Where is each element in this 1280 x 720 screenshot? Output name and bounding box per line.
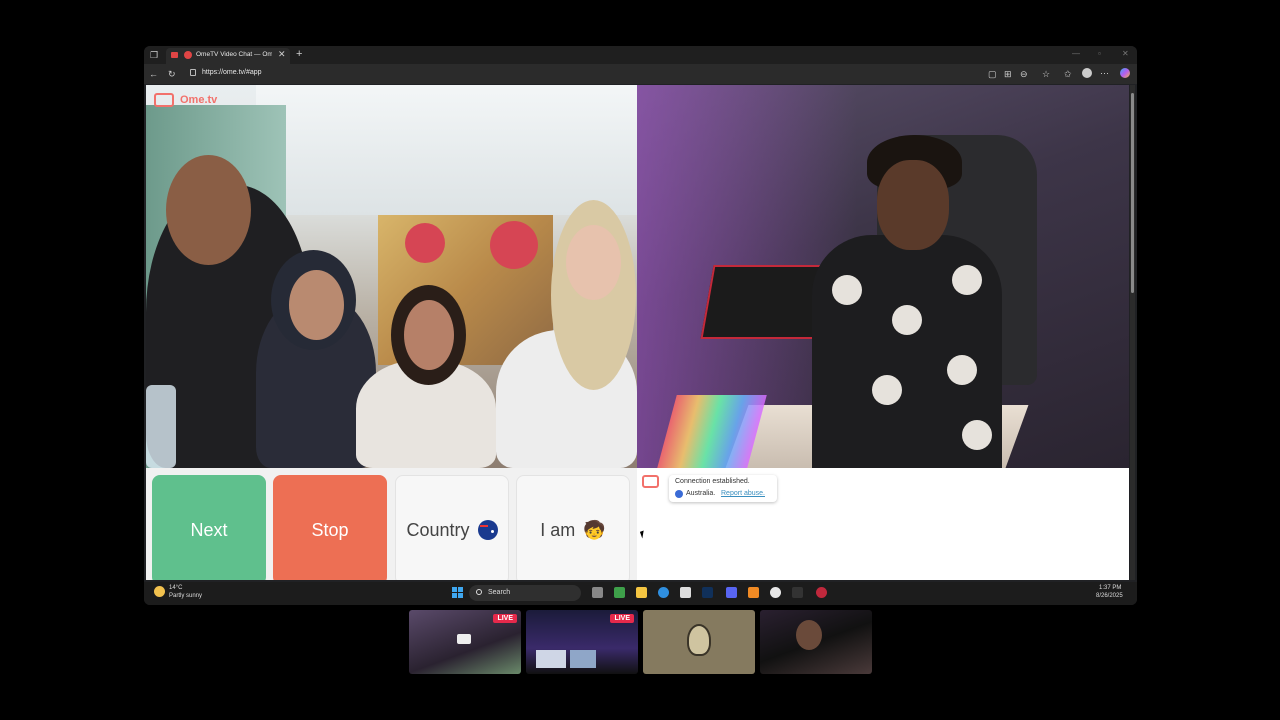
discord-icon[interactable]	[726, 587, 737, 598]
app-icon[interactable]	[748, 587, 759, 598]
chat-controls: Next Stop Country I am 🧒	[146, 468, 637, 580]
live-badge: LIVE	[610, 614, 634, 623]
globe-icon	[675, 490, 683, 498]
store-icon[interactable]	[680, 587, 691, 598]
connection-status: Connection established.	[675, 478, 750, 485]
dj-controller	[700, 265, 828, 339]
edge-icon[interactable]	[658, 587, 669, 598]
screen-share-icon	[457, 634, 471, 644]
person-head	[166, 155, 251, 265]
file-explorer-icon[interactable]	[636, 587, 647, 598]
windows-taskbar: 14°C Partly sunny Search 1:37 PM 8/26/20…	[144, 582, 1137, 605]
gender-button[interactable]: I am 🧒	[516, 475, 630, 580]
painting-red-circle	[405, 223, 445, 263]
terminal-icon[interactable]	[792, 587, 803, 598]
lock-icon[interactable]	[190, 69, 196, 76]
weather-description[interactable]: Partly sunny	[169, 593, 202, 599]
partner-country: Australia.	[686, 490, 716, 497]
clock-time[interactable]: 1:37 PM	[1099, 585, 1121, 591]
tab-actions-icon[interactable]: ❐	[150, 50, 158, 60]
extensions-icon[interactable]: ⊞	[1004, 69, 1012, 79]
painting-red-circle	[490, 221, 538, 269]
boy-emoji-icon: 🧒	[583, 519, 606, 540]
remote-video	[637, 85, 1129, 468]
copilot-icon[interactable]	[1120, 68, 1130, 78]
address-toolbar: ← ↻ https://ome.tv/#app ▢ ⊞ ⊖ ☆ ✩ ⋯	[144, 64, 1137, 84]
stop-button[interactable]: Stop	[273, 475, 387, 580]
hoodie-pattern	[962, 420, 992, 450]
person-face	[877, 160, 949, 250]
australia-flag-icon	[477, 520, 498, 540]
minimize-icon[interactable]: —	[1072, 49, 1080, 58]
country-button[interactable]: Country	[395, 475, 509, 580]
water-bottle	[146, 385, 176, 468]
clock-date[interactable]: 8/26/2025	[1096, 593, 1123, 599]
profile-avatar[interactable]	[1082, 68, 1092, 78]
new-tab-icon[interactable]: +	[296, 48, 302, 60]
logo-text: Ome.tv	[180, 94, 218, 106]
hoodie-pattern	[952, 265, 982, 295]
page-scrollbar[interactable]	[1130, 85, 1135, 580]
search-label: Search	[488, 589, 511, 596]
live-badge: LIVE	[493, 614, 517, 623]
search-icon	[476, 589, 482, 595]
tab-title: OmeTV Video Chat — Ome…	[196, 51, 272, 58]
person-face	[404, 300, 454, 370]
ometv-favicon-icon	[184, 51, 192, 59]
person-face	[796, 620, 822, 650]
scroll-thumb[interactable]	[1131, 93, 1134, 293]
obs-icon[interactable]	[816, 587, 827, 598]
favorites-icon[interactable]: ✩	[1064, 69, 1072, 79]
tab-strip: ❐ OmeTV Video Chat — Ome… ✕ + — ▫ ✕	[144, 46, 1137, 64]
iam-label: I am	[540, 519, 576, 540]
stream-thumbnail[interactable]	[643, 610, 755, 674]
reload-icon[interactable]: ↻	[168, 69, 176, 79]
country-label: Country	[406, 519, 470, 540]
hoodie-pattern	[872, 375, 902, 405]
hoodie-pattern	[832, 275, 862, 305]
hoodie-pattern	[892, 305, 922, 335]
browser-tab[interactable]: OmeTV Video Chat — Ome… ✕	[166, 48, 290, 64]
stream-thumbnail[interactable]	[760, 610, 872, 674]
weather-temperature[interactable]: 14°C	[169, 585, 182, 591]
back-icon[interactable]: ←	[149, 69, 158, 79]
tv-icon	[154, 93, 174, 107]
person-face	[289, 270, 344, 340]
media-icon[interactable]: ▢	[988, 69, 997, 79]
tab-close-icon[interactable]: ✕	[278, 49, 286, 60]
zoom-icon[interactable]: ⊖	[1020, 69, 1028, 79]
menu-dots-icon[interactable]: ⋯	[1100, 68, 1109, 78]
article-image	[536, 650, 566, 668]
photoshop-icon[interactable]	[702, 587, 713, 598]
person-face	[566, 225, 621, 300]
report-abuse-link[interactable]: Report abuse.	[721, 490, 765, 497]
taskbar-search[interactable]: Search	[469, 585, 581, 601]
address-bar[interactable]: https://ome.tv/#app	[202, 69, 262, 76]
weather-sun-icon[interactable]	[154, 586, 165, 597]
page-viewport: Ome.tv Next Stop Country I am 🧒 Connecti…	[146, 85, 1129, 580]
favorite-star-icon[interactable]: ☆	[1042, 69, 1050, 79]
maximize-icon[interactable]: ▫	[1098, 49, 1101, 58]
windows-start-icon[interactable]	[452, 587, 463, 598]
xbox-icon[interactable]	[614, 587, 625, 598]
hoodie-pattern	[947, 355, 977, 385]
task-view-icon[interactable]	[592, 587, 603, 598]
next-button[interactable]: Next	[152, 475, 266, 580]
chrome-icon[interactable]	[770, 587, 781, 598]
ceiling	[256, 85, 637, 215]
close-window-icon[interactable]: ✕	[1122, 49, 1129, 58]
person-hoodie	[812, 235, 1002, 468]
stream-thumbnail[interactable]: LIVE	[526, 610, 638, 674]
ometv-tv-icon	[642, 475, 659, 488]
system-message: Connection established. Australia. Repor…	[669, 475, 777, 502]
stop-label: Stop	[311, 519, 349, 540]
local-video: Ome.tv	[146, 85, 637, 468]
chat-panel: Connection established. Australia. Repor…	[637, 468, 1129, 580]
recording-icon	[171, 52, 178, 58]
police-badge-icon	[687, 624, 711, 656]
next-label: Next	[190, 519, 228, 540]
browser-window: ❐ OmeTV Video Chat — Ome… ✕ + — ▫ ✕ ← ↻ …	[144, 46, 1137, 605]
article-image	[570, 650, 596, 668]
stream-thumbnail[interactable]: LIVE	[409, 610, 521, 674]
